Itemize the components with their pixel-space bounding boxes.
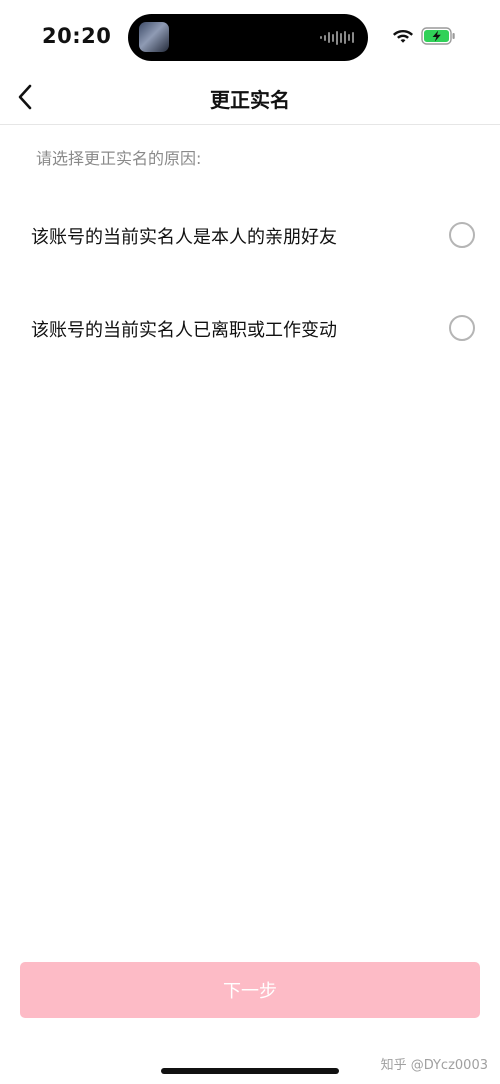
- watermark: 知乎 @DYcz0003: [380, 1058, 488, 1073]
- radio-button[interactable]: [449, 222, 475, 248]
- home-indicator[interactable]: [161, 1068, 339, 1074]
- now-playing-art: [139, 22, 169, 52]
- option-label: 该账号的当前实名人已离职或工作变动: [31, 320, 337, 341]
- battery-charging-icon: [421, 27, 455, 45]
- reason-option-friend[interactable]: 该账号的当前实名人是本人的亲朋好友: [0, 203, 500, 267]
- reason-option-resigned[interactable]: 该账号的当前实名人已离职或工作变动: [0, 296, 500, 360]
- status-time: 20:20: [42, 24, 112, 48]
- audio-waveform-icon: [320, 30, 354, 45]
- radio-button[interactable]: [449, 315, 475, 341]
- screen: 20:20 更正实名 请选择更正实名的原因: 该账号的当前实名人是本人的亲朋好友…: [0, 0, 500, 1084]
- nav-bar: 更正实名: [0, 72, 500, 125]
- status-bar: 20:20: [0, 0, 500, 72]
- dynamic-island[interactable]: [128, 14, 368, 61]
- reason-prompt: 请选择更正实名的原因:: [36, 149, 202, 168]
- option-label: 该账号的当前实名人是本人的亲朋好友: [31, 227, 337, 248]
- wifi-icon: [393, 30, 413, 43]
- page-title: 更正实名: [210, 88, 290, 112]
- next-step-button[interactable]: 下一步: [20, 962, 480, 1018]
